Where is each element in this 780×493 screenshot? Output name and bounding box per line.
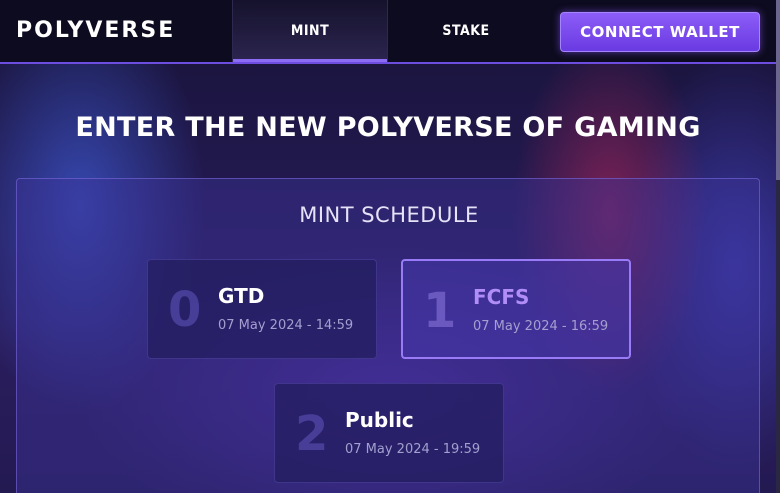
phase-date: 07 May 2024 - 16:59 bbox=[473, 319, 609, 334]
phase-date: 07 May 2024 - 14:59 bbox=[218, 318, 354, 333]
phase-card-public[interactable]: 2 Public 07 May 2024 - 19:59 bbox=[274, 383, 504, 483]
hero-title: ENTER THE NEW POLYVERSE OF GAMING bbox=[75, 112, 701, 143]
connect-wallet-button[interactable]: CONNECT WALLET bbox=[560, 12, 760, 52]
scrollbar-thumb[interactable] bbox=[776, 0, 780, 180]
top-navbar: POLYVERSE MINT STAKE CONNECT WALLET bbox=[0, 0, 780, 64]
phase-number: 2 bbox=[295, 406, 329, 462]
mint-schedule-panel: MINT SCHEDULE 0 GTD 07 May 2024 - 14:59 … bbox=[16, 178, 760, 493]
phase-card-fcfs[interactable]: 1 FCFS 07 May 2024 - 16:59 bbox=[401, 259, 631, 359]
phase-number: 0 bbox=[168, 282, 202, 338]
phase-number: 1 bbox=[423, 283, 457, 339]
phase-name: GTD bbox=[218, 284, 265, 308]
nav-tab-mint[interactable]: MINT bbox=[232, 0, 388, 62]
mint-schedule-title: MINT SCHEDULE bbox=[299, 203, 479, 227]
phase-card-gtd[interactable]: 0 GTD 07 May 2024 - 14:59 bbox=[147, 259, 377, 359]
polyverse-logo[interactable]: POLYVERSE bbox=[16, 18, 175, 43]
nav-tab-stake[interactable]: STAKE bbox=[388, 0, 544, 62]
phase-name: Public bbox=[345, 408, 414, 432]
vertical-scrollbar[interactable] bbox=[776, 0, 780, 493]
phase-date: 07 May 2024 - 19:59 bbox=[345, 442, 481, 457]
phase-name: FCFS bbox=[473, 285, 530, 309]
